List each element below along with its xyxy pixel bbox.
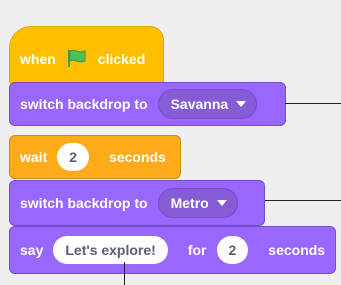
- backdrop-dropdown-1[interactable]: Savanna: [157, 89, 258, 119]
- code-canvas: when clicked switch backdrop to Savanna …: [0, 0, 341, 285]
- switch-backdrop-block-1[interactable]: switch backdrop to Savanna: [9, 82, 286, 126]
- say-label: say: [20, 242, 44, 258]
- switch-backdrop-block-2[interactable]: switch backdrop to Metro: [9, 180, 265, 226]
- backdrop-dropdown-value: Metro: [170, 195, 209, 211]
- annotation-line-3: [124, 262, 125, 285]
- say-for-secs-block[interactable]: say Let's explore! for 2 seconds: [9, 226, 336, 274]
- green-flag-icon: [66, 48, 88, 71]
- for-label: for: [187, 242, 207, 258]
- switch-backdrop-label: switch backdrop to: [20, 195, 148, 211]
- annotation-line-2: [265, 200, 341, 201]
- annotation-line-1: [285, 103, 341, 104]
- say-message-input[interactable]: Let's explore!: [53, 236, 168, 264]
- backdrop-dropdown-value: Savanna: [170, 96, 229, 112]
- backdrop-dropdown-2[interactable]: Metro: [157, 188, 238, 218]
- say-seconds-input[interactable]: 2: [216, 236, 249, 264]
- seconds-label: seconds: [109, 149, 166, 165]
- when-label: when: [20, 51, 56, 67]
- switch-backdrop-label: switch backdrop to: [20, 96, 148, 112]
- when-flag-clicked-block[interactable]: when clicked: [9, 26, 164, 86]
- seconds-label: seconds: [268, 242, 326, 258]
- chevron-down-icon: [236, 101, 247, 107]
- chevron-down-icon: [216, 200, 227, 206]
- wait-label: wait: [20, 149, 48, 165]
- wait-seconds-input[interactable]: 2: [57, 143, 90, 171]
- wait-block[interactable]: wait 2 seconds: [9, 135, 181, 179]
- clicked-label: clicked: [97, 51, 146, 67]
